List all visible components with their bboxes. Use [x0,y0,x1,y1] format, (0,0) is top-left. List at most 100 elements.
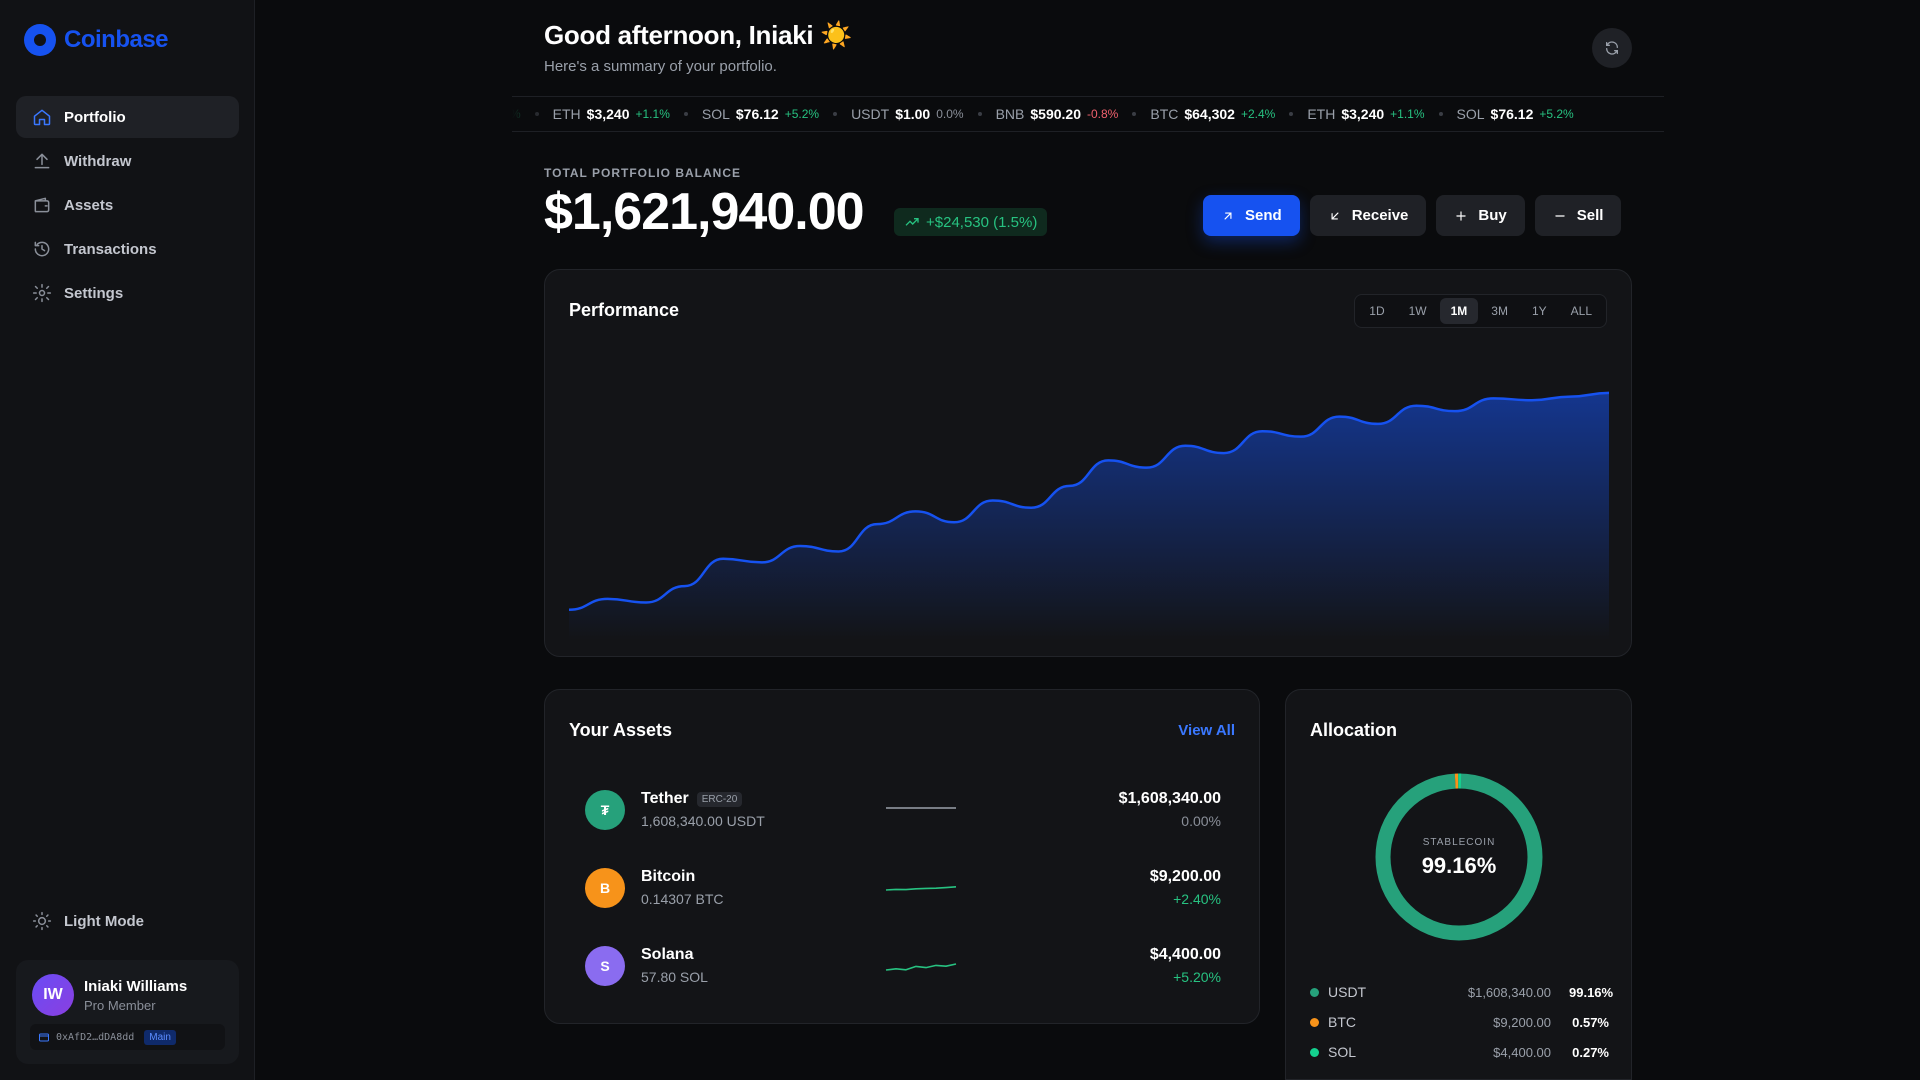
asset-change: +2.40% [1173,891,1221,907]
sidebar-item-settings[interactable]: Settings [16,272,239,314]
balance-value: $1,621,940.00 [544,183,865,241]
trend-up-icon [905,218,919,226]
legend-dot [1310,987,1319,997]
asset-row-bitcoin[interactable]: B Bitcoin 0.14307 BTC $9,200.00 +2.40% [585,860,1221,920]
asset-change: +5.20% [1173,969,1221,985]
view-all-link[interactable]: View All [1178,722,1235,739]
ticker-price: $3,240 [586,106,630,122]
allocation-card: Allocation STABLECOIN 99.16% USDT $1,608,… [1285,689,1632,1080]
ticker-price: $590.20 [1030,106,1081,122]
allocation-row-sol[interactable]: SOL $4,400.00 0.27% [1310,1042,1609,1062]
sidebar-item-portfolio[interactable]: Portfolio [16,96,239,138]
range-tab[interactable]: ALL [1560,298,1603,324]
ticker-symbol: BTC [1150,106,1179,122]
balance-change-badge: +$24,530 (1.5%) [894,208,1048,236]
price-ticker: % ETH$3,240+1.1%SOL$76.12+5.2%USDT$1.000… [512,96,1664,132]
legend-percent: 0.57% [1572,1014,1609,1030]
performance-card: Performance 1D 1W 1M 3M 1Y ALL [544,269,1632,657]
ticker-item[interactable]: BTC $64,302 +2.4% [1136,106,1289,122]
ticker-price: $76.12 [735,106,779,122]
sidebar-item-assets[interactable]: Assets [16,184,239,226]
assets-card: Your Assets View All ₮ Tether ERC-20 1,608,… [544,689,1260,1024]
asset-name: Tether [641,790,689,807]
brand-logo[interactable]: Coinbase [24,24,169,56]
legend-percent: 0.27% [1572,1044,1609,1060]
ticker-price: $3,240 [1341,106,1385,122]
legend-dot [1310,1047,1319,1057]
donut-center-label: STABLECOIN [1422,837,1496,848]
upload-icon [34,153,50,169]
wallet-address: 0xAfD2…dDA8dd [56,1031,135,1043]
ticker-change: 0.0% [936,107,964,121]
time-range-selector: 1D 1W 1M 3M 1Y ALL [1354,294,1607,328]
ticker-price: $76.12 [1490,106,1534,122]
ticker-item[interactable]: ETH $3,240 +1.1% [1293,106,1438,122]
asset-row-solana[interactable]: S Solana 57.80 SOL $4,400.00 +5.20% [585,938,1221,998]
performance-title: Performance [569,300,680,320]
range-tab[interactable]: 1Y [1521,298,1558,324]
ticker-symbol: ETH [552,106,581,122]
plus-icon [1456,210,1467,221]
ticker-symbol: SOL [1456,106,1485,122]
range-tab[interactable]: 1W [1398,298,1438,324]
minus-icon [1555,214,1565,217]
sell-button[interactable]: Sell [1534,195,1622,236]
ticker-symbol: USDT [851,106,890,122]
page-title: Good afternoon, Iniaki ☀️ [544,20,853,50]
asset-name: Solana [641,946,694,963]
sidebar-item-label: Transactions [64,240,157,258]
coinbase-logo-icon [24,24,56,56]
legend-symbol: BTC [1328,1014,1356,1030]
receive-label: Receive [1351,207,1409,224]
asset-value: $9,200.00 [1149,868,1221,885]
asset-sparkline [885,963,957,971]
user-card[interactable]: IW Iniaki Williams Pro Member 0xAfD2…dDA… [16,960,239,1064]
history-icon [34,241,50,257]
sidebar-item-label: Withdraw [64,152,132,170]
range-tab[interactable]: 3M [1480,298,1519,324]
ticker-item[interactable]: ETH $3,240 +1.1% [539,106,684,122]
ticker-item[interactable]: USDT $1.00 0.0% [837,106,978,122]
buy-button[interactable]: Buy [1436,195,1525,236]
legend-amount: $9,200.00 [1493,1014,1551,1030]
ticker-price: $1.00 [895,106,931,122]
theme-toggle[interactable]: Light Mode [16,900,239,942]
gear-icon [32,283,52,303]
sidebar-item-withdraw[interactable]: Withdraw [16,140,239,182]
asset-network-tag: ERC-20 [696,791,743,807]
ticker-change: -0.8% [1087,107,1119,121]
range-tab[interactable]: 1D [1358,298,1395,324]
legend-amount: $4,400.00 [1493,1044,1551,1060]
allocation-row-btc[interactable]: BTC $9,200.00 0.57% [1310,1012,1609,1032]
brand-name: Coinbase [64,26,169,53]
ticker-item[interactable]: SOL $76.12 +5.2% [1443,106,1588,122]
asset-row-tether[interactable]: ₮ Tether ERC-20 1,608,340.00 USDT $1,608,340… [585,782,1221,842]
page-subtitle: Here's a summary of your portfolio. [544,58,777,75]
refresh-icon [1606,41,1618,55]
bitcoin-coin-icon: B [585,868,625,908]
asset-value: $1,608,340.00 [1118,790,1221,807]
ticker-item[interactable]: BNB $590.20 -0.8% [982,106,1133,122]
range-tab[interactable]: 1M [1439,298,1479,324]
sidebar-item-transactions[interactable]: Transactions [16,228,239,270]
send-button[interactable]: Send [1203,195,1300,236]
sell-label: Sell [1576,207,1604,224]
allocation-row-usdt[interactable]: USDT $1,608,340.00 99.16% [1310,982,1613,1002]
ticker-change: +1.1% [1390,107,1425,121]
action-buttons: Send Receive Buy Sell [1203,195,1622,236]
sun-icon [32,911,52,931]
asset-name-wrap: Solana [641,946,693,964]
ticker-track: % ETH$3,240+1.1%SOL$76.12+5.2%USDT$1.000… [512,97,1588,131]
legend-dot [1310,1017,1319,1027]
ticker-item[interactable]: SOL $76.12 +5.2% [688,106,833,122]
arrow-up-right-icon [1224,212,1232,219]
refresh-button[interactable] [1592,28,1632,68]
asset-name: Bitcoin [641,868,696,885]
sidebar-nav: Portfolio Withdraw Assets Transactions S… [16,96,239,316]
performance-area [569,392,1609,640]
receive-button[interactable]: Receive [1309,195,1427,236]
theme-toggle-label: Light Mode [64,912,144,930]
assets-title: Your Assets [569,720,673,740]
user-tier: Pro Member [84,998,156,1013]
wallet-address-chip[interactable]: 0xAfD2…dDA8dd Main [30,1024,225,1050]
